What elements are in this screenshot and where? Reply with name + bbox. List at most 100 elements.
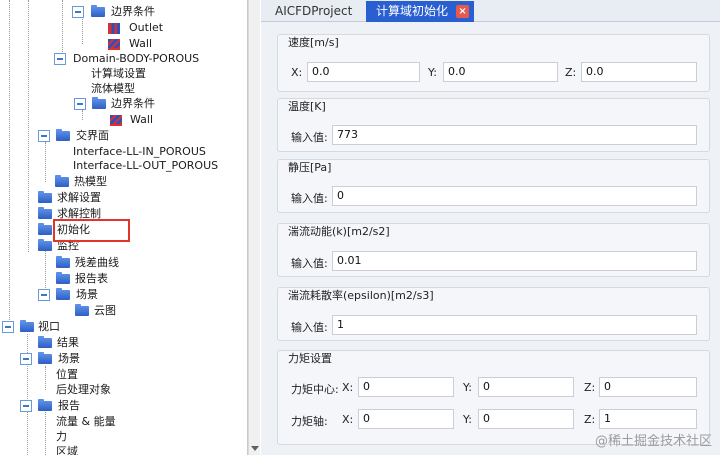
tree-node-label: 后处理对象 — [56, 383, 111, 396]
group-title: 湍流动能(k)[m2/s2] — [288, 225, 390, 238]
turbulent-kinetic-energy-group: 湍流动能(k)[m2/s2] 输入值: 0.01 — [277, 223, 710, 277]
tab-label: 计算域初始化 — [376, 4, 449, 18]
tree-node-label: 位置 — [56, 368, 78, 381]
close-icon[interactable]: × — [456, 5, 470, 18]
initialization-form: 速度[m/s] X: 0.0 Y: 0.0 Z: 0.0 温度[K] 输入值: … — [261, 22, 720, 455]
temperature-input[interactable]: 773 — [332, 125, 697, 145]
moment-center-x-input[interactable]: 0 — [358, 377, 454, 397]
epsilon-input-label: 输入值: — [291, 321, 328, 334]
tab-label: AICFDProject — [275, 4, 353, 18]
moment-axis-x-label: X: — [342, 413, 354, 426]
velocity-x-input[interactable]: 0.0 — [307, 62, 420, 82]
tree-node-label: 流体模型 — [91, 82, 135, 95]
tree-node-label: 视口 — [38, 320, 60, 333]
velocity-x-label: X: — [291, 66, 303, 79]
editor-panel: AICFDProject 计算域初始化 × 速度[m/s] X: 0.0 Y: … — [261, 0, 720, 455]
tree-guide — [45, 142, 46, 182]
tree-node-label: Outlet — [129, 21, 164, 34]
group-title: 速度[m/s] — [288, 36, 339, 49]
moment-center-z-input[interactable]: 0 — [599, 377, 697, 397]
tree-guide — [45, 366, 46, 390]
velocity-z-input[interactable]: 0.0 — [581, 62, 697, 82]
folder-icon — [38, 239, 52, 251]
folder-icon — [75, 304, 89, 316]
tree-guide — [28, 0, 29, 252]
tree-guide — [62, 0, 63, 58]
tree-node-label: 热模型 — [74, 175, 107, 188]
tree-node-label: 边界条件 — [111, 97, 155, 110]
pressure-input-label: 输入值: — [291, 192, 328, 205]
moment-axis-z-label: Z: — [584, 413, 596, 426]
tab-aicfd-project[interactable]: AICFDProject — [265, 1, 362, 22]
tab-bar: AICFDProject 计算域初始化 × — [261, 0, 720, 22]
collapse-toggle-icon[interactable] — [72, 6, 84, 18]
group-title: 静压[Pa] — [288, 161, 332, 174]
tree-node-label: 区域 — [56, 445, 78, 455]
moment-axis-x-input[interactable]: 0 — [358, 409, 454, 429]
collapse-toggle-icon[interactable] — [2, 321, 14, 333]
collapse-toggle-icon[interactable] — [54, 53, 66, 65]
folder-icon — [56, 256, 70, 268]
collapse-toggle-icon[interactable] — [38, 289, 50, 301]
wall-boundary-icon — [108, 39, 120, 50]
folder-icon — [38, 336, 52, 348]
group-title: 湍流耗散率(epsilon)[m2/s3] — [288, 289, 434, 302]
tab-domain-initialization[interactable]: 计算域初始化 × — [366, 1, 475, 22]
folder-icon — [56, 129, 70, 141]
velocity-y-label: Y: — [428, 66, 437, 79]
velocity-z-label: Z: — [565, 66, 577, 79]
folder-icon — [92, 97, 106, 109]
turbulent-dissipation-group: 湍流耗散率(epsilon)[m2/s3] 输入值: 1 — [277, 287, 710, 341]
tree-node-label: 残差曲线 — [75, 256, 119, 269]
folder-icon — [56, 288, 70, 300]
static-pressure-group: 静压[Pa] 输入值: 0 — [277, 159, 710, 213]
folder-icon — [91, 5, 105, 17]
tree-node-label: Domain-BODY-POROUS — [73, 52, 200, 65]
tke-input[interactable]: 0.01 — [332, 251, 697, 271]
collapse-toggle-icon[interactable] — [20, 353, 32, 365]
static-pressure-input[interactable]: 0 — [332, 186, 697, 206]
moment-axis-y-input[interactable]: 0 — [478, 409, 574, 429]
tree-scrollbar[interactable] — [248, 0, 260, 455]
folder-icon — [38, 352, 52, 364]
collapse-toggle-icon[interactable] — [38, 130, 50, 142]
tree-node-label: 场景 — [58, 352, 80, 365]
epsilon-input[interactable]: 1 — [332, 315, 697, 335]
tke-input-label: 输入值: — [291, 257, 328, 270]
moment-axis-z-input[interactable]: 1 — [599, 409, 697, 429]
folder-icon — [56, 272, 70, 284]
tree-node-label: 交界面 — [76, 129, 109, 142]
tree-node-label: 求解设置 — [57, 191, 101, 204]
tree-node-label: 报告 — [58, 399, 80, 412]
scroll-down-arrow-icon[interactable] — [251, 446, 259, 451]
folder-icon — [20, 320, 34, 332]
tree-node-label: 计算域设置 — [91, 67, 146, 80]
tree-guide — [82, 110, 83, 120]
velocity-y-input[interactable]: 0.0 — [443, 62, 558, 82]
moment-center-x-label: X: — [342, 381, 354, 394]
tree-node-label: 报告表 — [75, 272, 108, 285]
tree-guide — [9, 0, 10, 322]
group-title: 力矩设置 — [288, 352, 332, 365]
tree-node-label: 场景 — [76, 288, 98, 301]
tree-node-label: Wall — [130, 113, 154, 126]
project-tree: 边界条件 Outlet Wall Domain-BODY-POROUS 计算域设… — [0, 0, 248, 455]
tree-node-label: 流量 & 能量 — [56, 415, 116, 428]
tree-node-label: 边界条件 — [111, 5, 155, 18]
collapse-toggle-icon[interactable] — [20, 400, 32, 412]
folder-icon — [38, 399, 52, 411]
moment-center-z-label: Z: — [584, 381, 596, 394]
tree-node-label: 云图 — [94, 304, 116, 317]
temperature-input-label: 输入值: — [291, 131, 328, 144]
tree-node-label: Interface-LL-OUT_POROUS — [73, 159, 219, 172]
selection-highlight-box — [53, 219, 130, 242]
moment-center-y-input[interactable]: 0 — [478, 377, 574, 397]
group-title: 温度[K] — [288, 100, 326, 113]
moment-center-y-label: Y: — [463, 381, 472, 394]
moment-axis-y-label: Y: — [463, 413, 472, 426]
collapse-toggle-icon[interactable] — [74, 98, 86, 110]
tree-node-label: Wall — [129, 37, 153, 50]
watermark-text: @稀土掘金技术社区 — [594, 434, 712, 449]
outlet-boundary-icon — [108, 23, 120, 34]
tree-guide — [45, 412, 46, 455]
